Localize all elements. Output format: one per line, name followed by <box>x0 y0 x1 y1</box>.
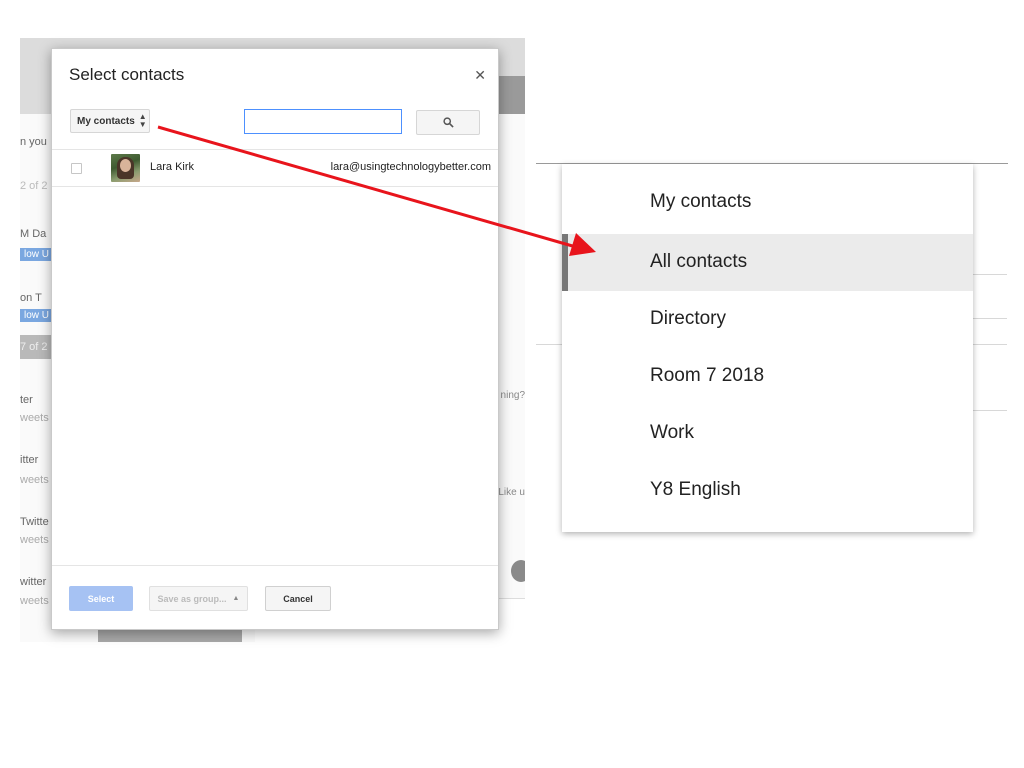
arrow-head <box>569 233 596 256</box>
arrow-line <box>157 125 577 249</box>
annotation-arrow <box>157 125 596 256</box>
